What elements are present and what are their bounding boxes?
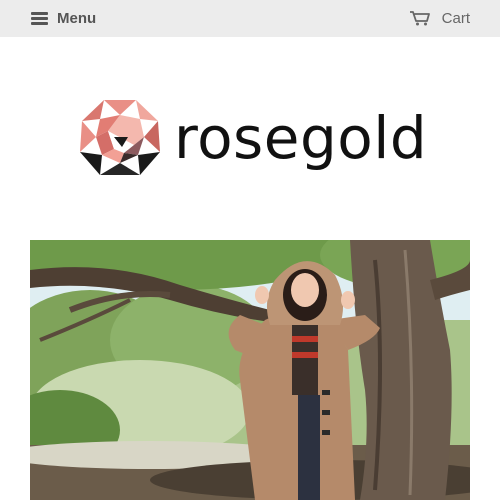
top-bar: Menu Cart bbox=[0, 0, 500, 37]
cart-icon bbox=[409, 11, 430, 26]
menu-button[interactable]: Menu bbox=[31, 8, 96, 28]
brand-name: rosegold bbox=[174, 104, 428, 172]
hero-image[interactable] bbox=[30, 240, 470, 500]
rose-geometric-logo-icon bbox=[80, 100, 160, 175]
hero-photo-icon bbox=[30, 240, 470, 500]
cart-button[interactable]: Cart bbox=[409, 8, 470, 28]
menu-label: Menu bbox=[57, 9, 97, 27]
hamburger-icon bbox=[31, 11, 48, 25]
brand-logo[interactable]: rosegold bbox=[78, 97, 427, 182]
cart-label: Cart bbox=[441, 9, 470, 27]
